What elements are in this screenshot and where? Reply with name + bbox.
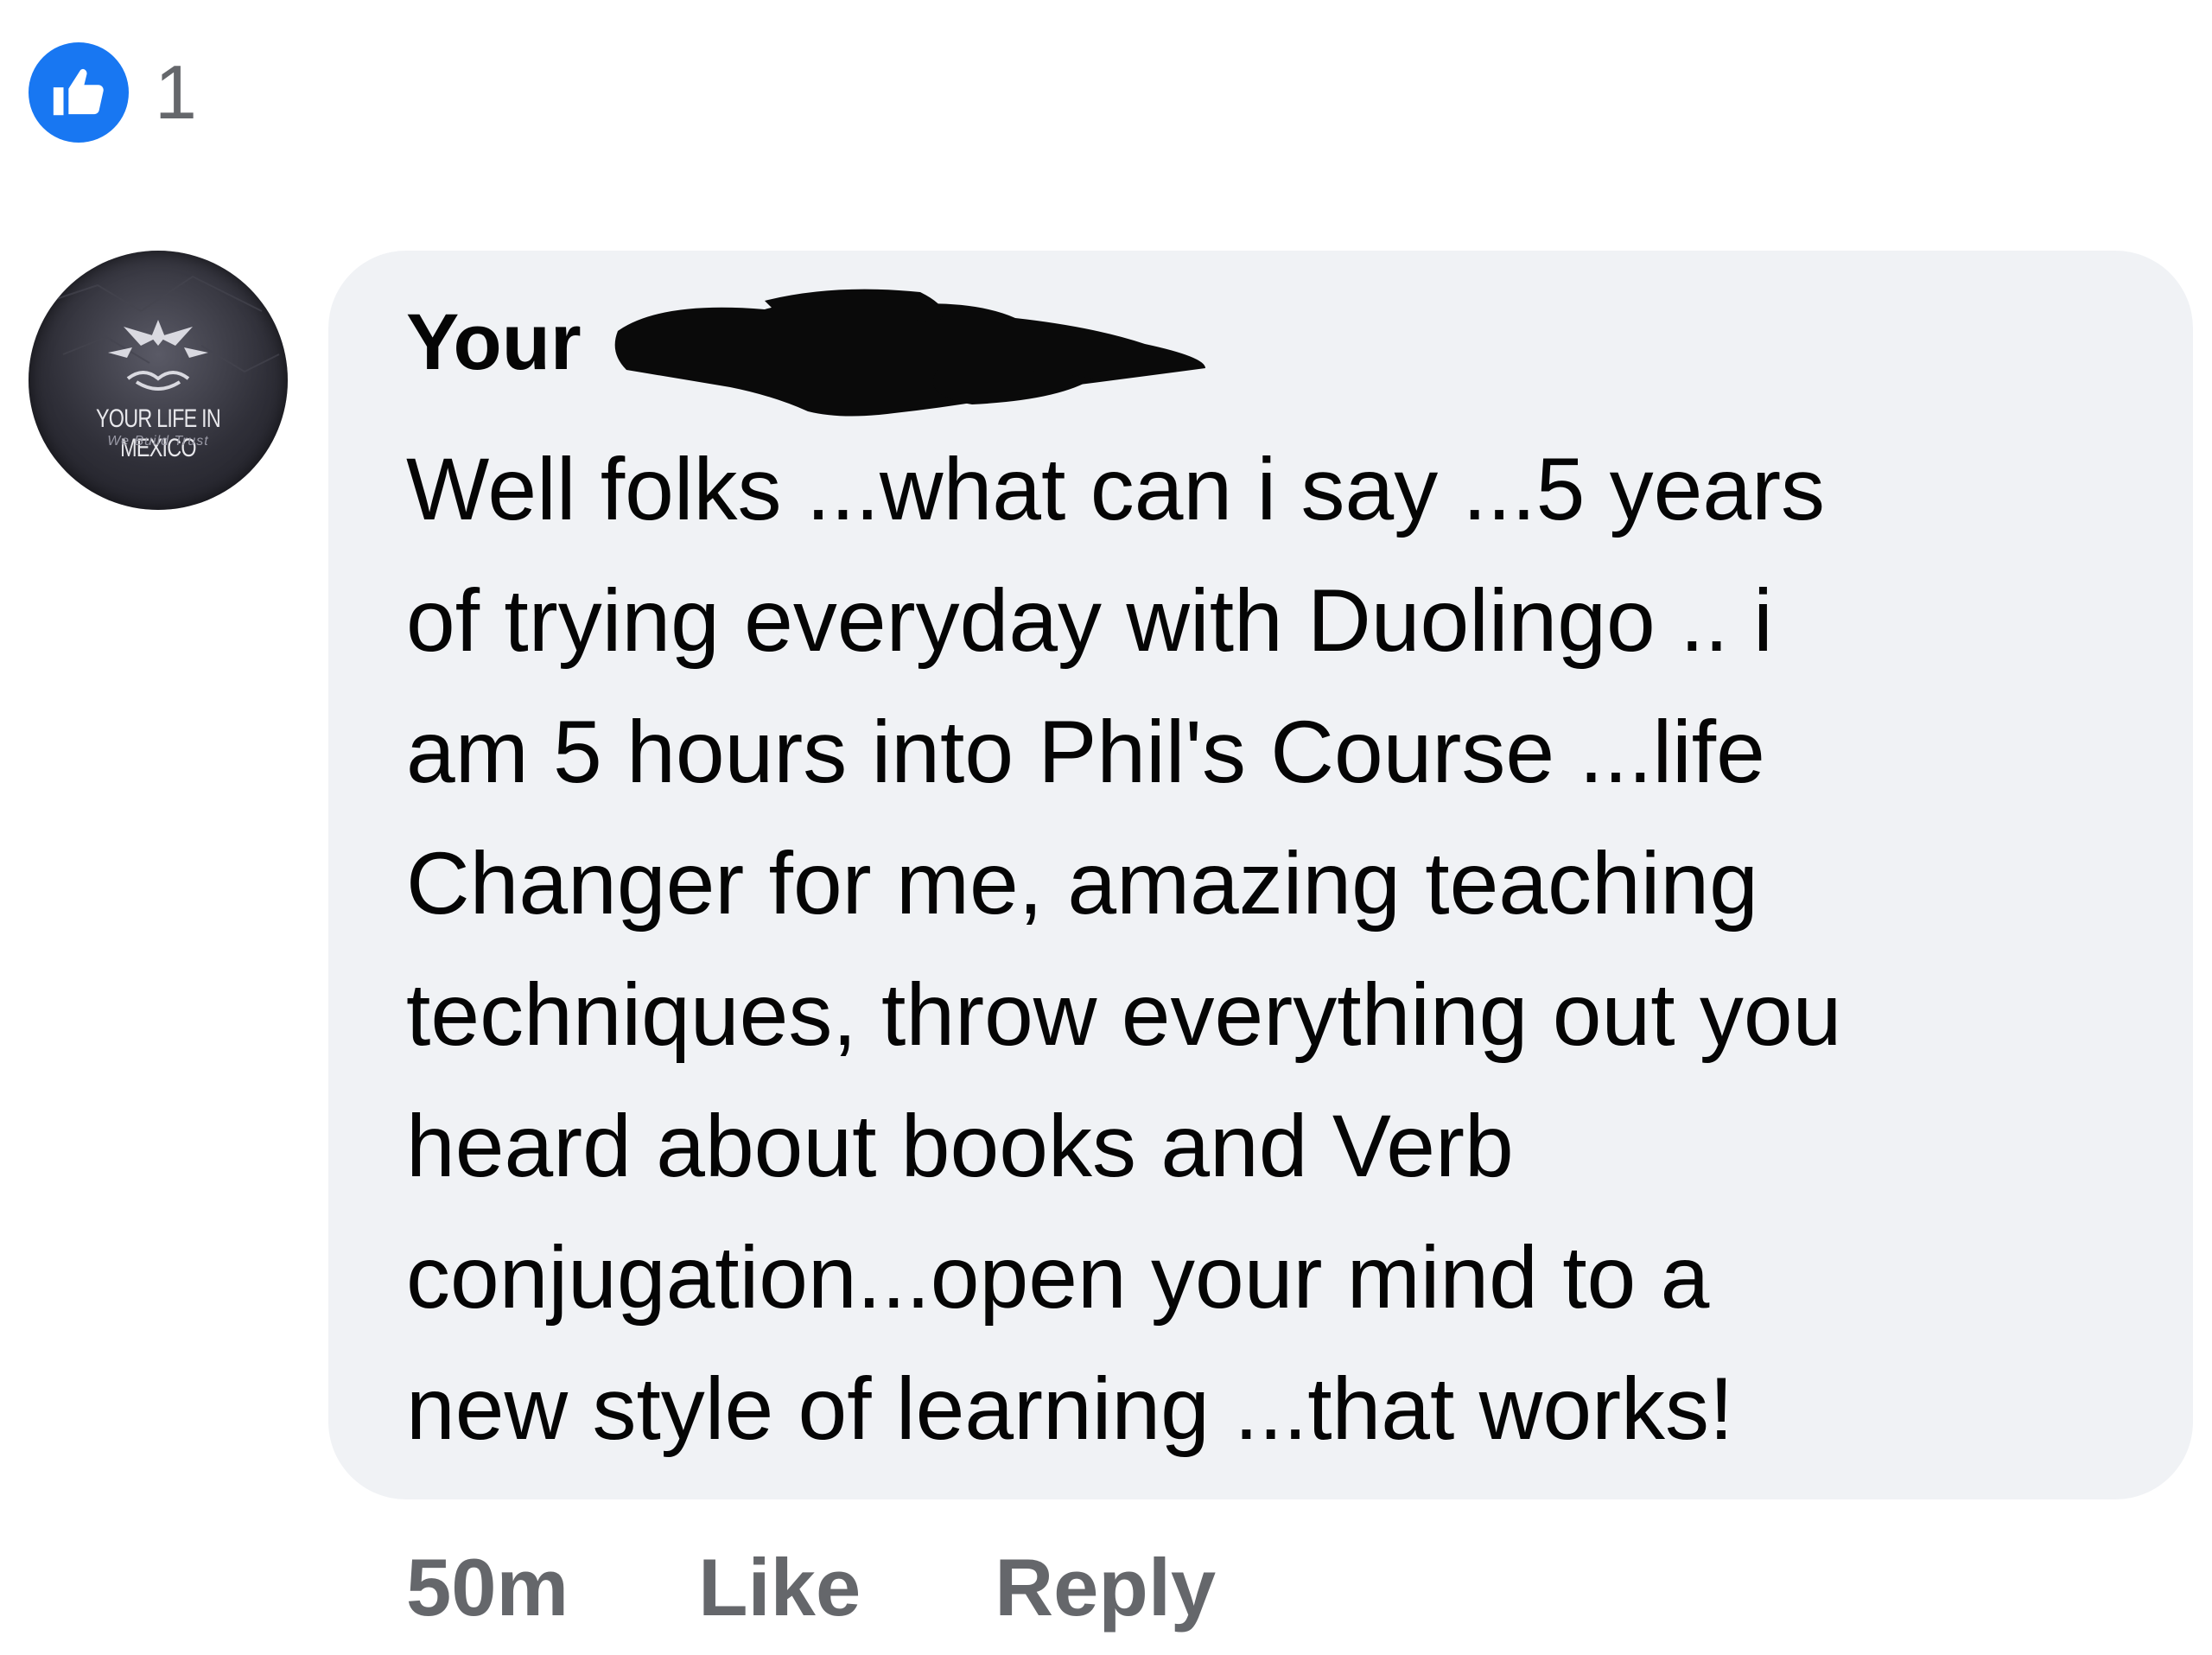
comment-line: techniques, throw everything out you xyxy=(406,965,1842,1064)
avatar[interactable]: YOUR LIFE IN MEXICO We Build Trust xyxy=(29,251,288,510)
like-button[interactable]: Like xyxy=(698,1547,861,1628)
comment-actions: 50m Like Reply xyxy=(406,1547,1216,1628)
redaction-scribble xyxy=(614,289,1205,417)
reaction-count: 1 xyxy=(155,49,197,135)
comment-line: Changer for me, amazing teaching xyxy=(406,834,1758,933)
handshake-logo-icon xyxy=(45,275,280,391)
comment-line: am 5 hours into Phil's Course ...life xyxy=(406,703,1765,801)
author-name-visible: Your xyxy=(406,298,582,386)
comment-timestamp[interactable]: 50m xyxy=(406,1547,569,1628)
comment-line: conjugation...open your mind to a xyxy=(406,1228,1710,1327)
comment-author-name[interactable]: Your xyxy=(406,302,582,382)
comment-line: Well folks ...what can i say ...5 years xyxy=(406,440,1826,538)
reaction-summary[interactable]: 1 xyxy=(29,42,197,143)
comment-line: heard about books and Verb xyxy=(406,1097,1514,1195)
avatar-logo-tagline: We Build Trust xyxy=(107,434,209,449)
reply-button[interactable]: Reply xyxy=(995,1547,1216,1628)
comment-text: Well folks ...what can i say ...5 years … xyxy=(406,423,2152,1474)
thumbs-up-icon xyxy=(29,42,129,143)
comment-line: new style of learning ...that works! xyxy=(406,1359,1734,1458)
comment-line: of trying everyday with Duolingo .. i xyxy=(406,571,1773,670)
